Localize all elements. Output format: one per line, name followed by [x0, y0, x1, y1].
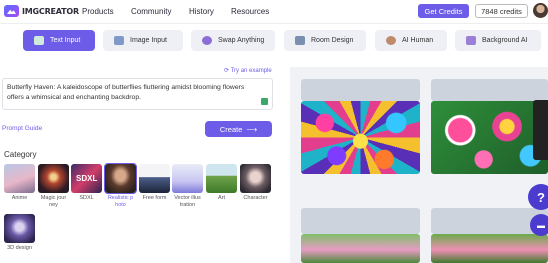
tab-swap-anything[interactable]: Swap Anything	[191, 30, 275, 51]
nav-community[interactable]: Community	[131, 7, 171, 16]
magic-journey-thumbnail	[38, 164, 69, 193]
category-magic-journey[interactable]: Magic jour ney	[38, 164, 69, 209]
prompt-input[interactable]: Butterfly Haven: A kaleidoscope of butte…	[2, 78, 273, 110]
text-input-icon	[34, 36, 44, 45]
nav-resources[interactable]: Resources	[231, 7, 269, 16]
grammarly-icon[interactable]	[261, 98, 268, 105]
nav-history[interactable]: History	[189, 7, 214, 16]
tab-room-design[interactable]: Room Design	[284, 30, 366, 51]
free-form-thumbnail	[139, 164, 170, 193]
vector-illustration-thumbnail	[172, 164, 203, 193]
swap-icon	[202, 36, 212, 45]
nav-products[interactable]: Products	[82, 7, 114, 16]
help-button[interactable]: ?	[528, 184, 548, 210]
get-credits-button[interactable]: Get Credits	[418, 4, 469, 18]
try-example-link[interactable]: ⟳ Try an example	[224, 67, 272, 74]
credits-count: 7848 credits	[475, 4, 528, 18]
category-art[interactable]: Art	[206, 164, 237, 202]
category-anime[interactable]: Anime	[4, 164, 35, 202]
gallery-image-garden-4[interactable]	[431, 234, 548, 263]
category-vector-illustration[interactable]: Vector illus tration	[172, 164, 203, 209]
refresh-icon: ⟳	[224, 68, 231, 74]
image-icon	[114, 36, 124, 45]
side-toolbar[interactable]	[533, 100, 548, 160]
category-sdxl[interactable]: SDXL SDXL	[71, 164, 102, 202]
category-title: Category	[4, 150, 37, 159]
category-realistic-photo[interactable]: Realistic p hoto	[104, 163, 137, 209]
3d-design-thumbnail	[4, 214, 35, 243]
background-icon	[466, 36, 476, 45]
realistic-photo-thumbnail	[104, 163, 137, 194]
tab-background-ai[interactable]: Background AI	[455, 30, 541, 51]
character-thumbnail	[240, 164, 271, 193]
tab-image-input[interactable]: Image Input	[103, 30, 183, 51]
category-character[interactable]: Character	[240, 164, 271, 202]
prompt-text[interactable]: Butterfly Haven: A kaleidoscope of butte…	[7, 83, 262, 102]
arrow-right-icon: ⟶	[246, 124, 258, 134]
art-thumbnail	[206, 164, 237, 193]
category-3d-design[interactable]: 3D design	[4, 214, 35, 252]
anime-thumbnail	[4, 164, 35, 193]
sdxl-thumbnail: SDXL	[71, 164, 102, 193]
gallery-image-3-top	[301, 208, 420, 234]
avatar[interactable]	[533, 3, 548, 18]
top-header: IMGCREATOR Products Community History Re…	[0, 0, 548, 24]
gallery-image-1-top	[301, 79, 420, 101]
chat-button[interactable]: ▬	[530, 214, 548, 236]
house-icon	[295, 36, 305, 45]
gallery-image-garden-3[interactable]	[301, 234, 420, 263]
logo-text: IMGCREATOR	[22, 6, 79, 16]
tab-text-input[interactable]: Text Input	[23, 30, 95, 51]
gallery-image-butterflies-1[interactable]	[301, 101, 420, 174]
logo[interactable]: IMGCREATOR	[4, 5, 79, 17]
logo-icon	[4, 5, 19, 17]
tab-ai-human[interactable]: AI Human	[375, 30, 447, 51]
gallery-image-2-top	[431, 79, 548, 101]
category-free-form[interactable]: Free form	[139, 164, 170, 202]
person-icon	[386, 36, 396, 45]
create-button[interactable]: Create ⟶	[205, 121, 272, 137]
gallery-image-flowers-2[interactable]	[431, 101, 548, 174]
prompt-guide-link[interactable]: Prompt Guide	[2, 125, 42, 132]
